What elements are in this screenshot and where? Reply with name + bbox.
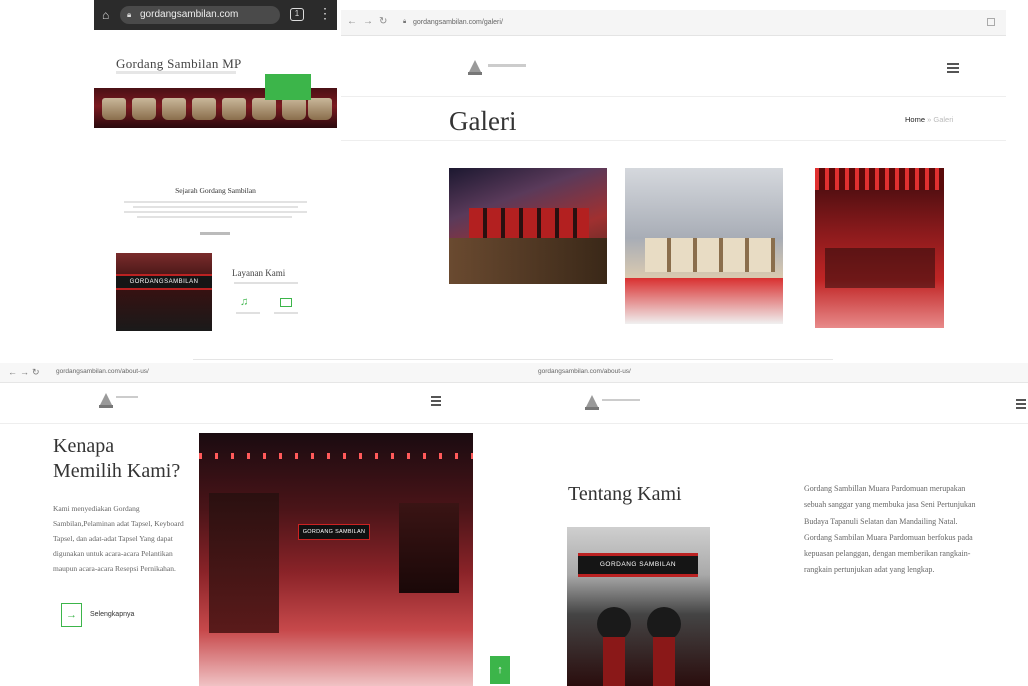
tentang-screenshot: gordangsambilan.com/about-us/ Tentang Ka… bbox=[518, 363, 1028, 686]
performance-photo bbox=[199, 433, 473, 686]
site-tagline-placeholder bbox=[116, 71, 236, 74]
gallery-image[interactable] bbox=[625, 168, 783, 324]
site-logo-text[interactable] bbox=[488, 64, 526, 67]
header-divider bbox=[341, 96, 1006, 97]
mobile-address-bar[interactable]: gordangsambilan.com bbox=[120, 6, 280, 24]
section-heading: Tentang Kami bbox=[568, 483, 682, 505]
section-title: Sejarah Gordang Sambilan bbox=[175, 186, 256, 195]
page-title: Galeri bbox=[449, 106, 517, 136]
header-divider bbox=[518, 423, 1028, 424]
hamburger-menu-icon[interactable] bbox=[1016, 399, 1026, 411]
tabs-icon[interactable]: 1 bbox=[290, 8, 304, 21]
site-logo-icon[interactable] bbox=[99, 393, 113, 408]
more-menu-icon[interactable]: ⋮ bbox=[318, 6, 332, 20]
lock-icon: 🔒︎ bbox=[127, 10, 132, 19]
kenapa-screenshot: ←→↻ gordangsambilan.com/about-us/ Kenapa… bbox=[0, 363, 518, 686]
about-photo bbox=[567, 527, 710, 686]
address-bar[interactable]: gordangsambilan.com/about-us/ bbox=[538, 368, 631, 375]
back-icon[interactable]: ← bbox=[347, 16, 357, 28]
gallery-image[interactable] bbox=[815, 168, 944, 328]
more-link[interactable]: Selengkapnya bbox=[90, 611, 134, 618]
address-bar[interactable]: gordangsambilan.com/about-us/ bbox=[56, 368, 149, 375]
services-title: Layanan Kami bbox=[232, 268, 286, 278]
services-subtitle-placeholder bbox=[234, 282, 298, 284]
header-divider bbox=[0, 423, 518, 424]
mobile-screenshot: ⌂ gordangsambilan.com 🔒︎ 1 ⋮ Gordang Sam… bbox=[94, 0, 337, 336]
section-link[interactable] bbox=[200, 232, 230, 235]
section-heading: Kenapa Memilih Kami? bbox=[53, 435, 181, 482]
photo-banner: GORDANG SAMBILAN bbox=[578, 553, 698, 577]
site-logo-text[interactable] bbox=[116, 396, 138, 398]
service-caption bbox=[274, 312, 298, 314]
breadcrumb-home-link[interactable]: Home bbox=[905, 115, 925, 124]
reload-icon[interactable]: ↻ bbox=[379, 16, 387, 28]
services-image-banner: GORDANGSAMBILAN bbox=[116, 274, 212, 290]
site-logo-icon[interactable] bbox=[585, 395, 599, 410]
section-paragraph: Kami menyediakan Gordang Sambilan,Pelami… bbox=[53, 504, 184, 573]
title-divider bbox=[341, 140, 1006, 141]
site-logo-text[interactable] bbox=[602, 399, 640, 401]
share-icon[interactable] bbox=[987, 18, 995, 26]
nav-controls[interactable]: ←→↻ bbox=[8, 367, 43, 378]
address-bar[interactable]: gordangsambilan.com/galeri/ bbox=[401, 15, 981, 30]
breadcrumb-current: Galeri bbox=[933, 115, 954, 124]
arrow-right-icon[interactable]: → bbox=[61, 603, 82, 627]
home-icon[interactable]: ⌂ bbox=[102, 9, 114, 21]
music-note-icon[interactable]: ♫ bbox=[240, 296, 248, 308]
forward-icon[interactable]: → bbox=[363, 16, 373, 28]
panel-divider bbox=[193, 359, 833, 360]
scroll-to-top-button[interactable]: ↑ bbox=[490, 656, 510, 684]
hero-cta-box[interactable] bbox=[265, 74, 311, 100]
site-logo-icon[interactable] bbox=[468, 60, 482, 75]
hamburger-menu-icon[interactable] bbox=[431, 396, 441, 408]
site-title: Gordang Sambilan MP bbox=[116, 56, 242, 71]
services-image bbox=[116, 253, 212, 331]
image-icon[interactable] bbox=[280, 298, 292, 307]
photo-banner: GORDANG SAMBILAN bbox=[298, 524, 370, 540]
gallery-image[interactable] bbox=[449, 168, 607, 284]
section-text-placeholder bbox=[124, 201, 307, 221]
hamburger-menu-icon[interactable] bbox=[947, 63, 959, 75]
service-caption bbox=[236, 312, 260, 314]
breadcrumb: Home » Galeri bbox=[905, 115, 953, 124]
galeri-screenshot: ← → ↻ 🔒︎ gordangsambilan.com/galeri/ Gal… bbox=[341, 10, 1006, 355]
section-paragraph: Gordang Sambillan Muara Pardomuan merupa… bbox=[804, 484, 976, 575]
